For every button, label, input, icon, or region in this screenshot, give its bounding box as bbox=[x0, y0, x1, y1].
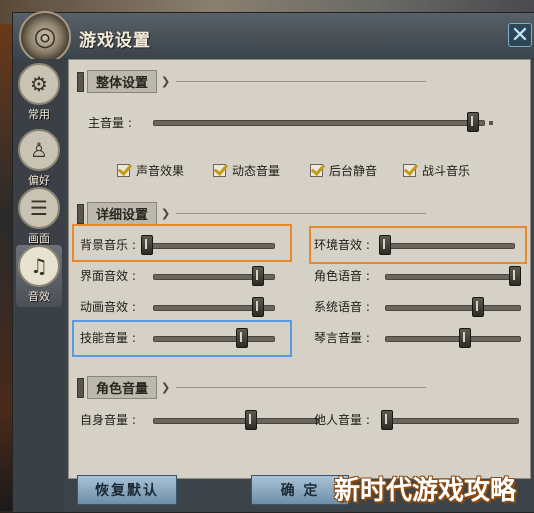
window-title: 游戏设置 bbox=[79, 31, 151, 51]
others-volume-track[interactable] bbox=[381, 418, 519, 424]
master-volume-track[interactable] bbox=[153, 120, 485, 126]
section-marker bbox=[77, 203, 84, 224]
checkbox-background-mute[interactable]: 后台静音 bbox=[310, 162, 377, 179]
tab-display[interactable]: ☰ 画面 bbox=[16, 187, 62, 249]
bg-music-track[interactable] bbox=[141, 243, 275, 249]
checkbox-box bbox=[117, 164, 130, 177]
ambient-label: 环境音效 : bbox=[314, 238, 370, 252]
sound-icon: ♫ bbox=[18, 245, 60, 287]
voice-knob[interactable] bbox=[509, 266, 521, 286]
tab-common-label: 常用 bbox=[28, 108, 50, 121]
others-volume-label: 他人音量 : bbox=[314, 413, 370, 427]
section-divider bbox=[176, 213, 427, 214]
master-volume-knob[interactable] bbox=[466, 112, 479, 132]
checkbox-label: 后台静音 bbox=[329, 164, 378, 178]
ui-sound-label: 界面音效 : bbox=[80, 269, 136, 283]
chevron-right-icon: ❯ bbox=[161, 207, 171, 220]
checkbox-dynamic-volume[interactable]: 动态音量 bbox=[213, 162, 280, 179]
skill-volume-label: 技能音量 : bbox=[80, 331, 136, 345]
tab-sound[interactable]: ♫ 音效 bbox=[16, 245, 62, 307]
qin-volume-label: 琴言音量 : bbox=[314, 331, 370, 345]
self-volume-knob[interactable] bbox=[245, 410, 258, 430]
tab-common[interactable]: ⚙ 常用 bbox=[16, 63, 62, 125]
close-button[interactable]: ✕ bbox=[508, 23, 532, 48]
voice-track[interactable] bbox=[385, 274, 521, 280]
system-voice-track[interactable] bbox=[385, 305, 521, 311]
skill-volume-track[interactable] bbox=[153, 336, 275, 342]
master-volume-label: 主音量 : bbox=[88, 116, 132, 130]
reset-default-button[interactable]: 恢复默认 bbox=[77, 475, 177, 505]
slider-end-mark bbox=[489, 121, 493, 125]
watermark-text: 新时代游戏攻略 bbox=[334, 476, 517, 506]
self-volume-label: 自身音量 : bbox=[80, 413, 136, 427]
section-marker bbox=[77, 71, 84, 92]
side-tabs: ⚙ 常用 ♙ 偏好 ☰ 画面 ♫ 音效 bbox=[13, 59, 65, 512]
section-detail: 详细设置 ❯ bbox=[77, 202, 427, 225]
ambient-knob[interactable] bbox=[379, 235, 391, 255]
system-voice-label: 系统语音 : bbox=[314, 300, 370, 314]
section-role-title: 角色音量 bbox=[87, 376, 158, 399]
others-volume-knob[interactable] bbox=[381, 410, 393, 430]
qin-volume-track[interactable] bbox=[385, 336, 521, 342]
section-divider bbox=[176, 81, 427, 82]
voice-label: 角色语音 : bbox=[314, 269, 370, 283]
spiral-emblem-icon: ◎ bbox=[19, 11, 71, 63]
qin-volume-knob[interactable] bbox=[459, 328, 472, 348]
title-bar: ◎ 游戏设置 ✕ bbox=[13, 11, 534, 63]
section-overall: 整体设置 ❯ bbox=[77, 70, 427, 93]
section-divider bbox=[176, 387, 427, 388]
ui-sound-knob[interactable] bbox=[252, 266, 264, 286]
gear-icon: ⚙ bbox=[18, 63, 60, 105]
skill-volume-knob[interactable] bbox=[235, 328, 248, 348]
checkbox-label: 声音效果 bbox=[136, 164, 185, 178]
checkbox-box bbox=[403, 164, 416, 177]
checkbox-box bbox=[213, 164, 226, 177]
checkbox-label: 动态音量 bbox=[232, 164, 281, 178]
chevron-right-icon: ❯ bbox=[161, 75, 171, 88]
ambient-track[interactable] bbox=[379, 243, 515, 249]
tab-preference[interactable]: ♙ 偏好 bbox=[16, 129, 62, 191]
tab-display-label: 画面 bbox=[28, 232, 50, 245]
bg-music-label: 背景音乐 : bbox=[80, 238, 136, 252]
bg-music-knob[interactable] bbox=[141, 235, 153, 255]
section-overall-title: 整体设置 bbox=[87, 70, 158, 93]
figure-icon: ♙ bbox=[18, 129, 60, 171]
settings-window: ◎ 游戏设置 ✕ ⚙ 常用 ♙ 偏好 ☰ 画面 ♫ 音效 整体设置 ❯ 主音量 … bbox=[12, 11, 534, 513]
section-marker bbox=[77, 377, 84, 398]
section-detail-title: 详细设置 bbox=[87, 202, 158, 225]
tab-preference-label: 偏好 bbox=[28, 174, 50, 187]
tab-sound-label: 音效 bbox=[28, 290, 50, 303]
checkbox-sound-effects[interactable]: 声音效果 bbox=[117, 162, 184, 179]
self-volume-track[interactable] bbox=[153, 418, 319, 424]
anim-sound-label: 动画音效 : bbox=[80, 300, 136, 314]
settings-panel: 整体设置 ❯ 主音量 : 声音效果 动态音量 后台静音 战斗音乐 详细设置 ❯ bbox=[68, 59, 531, 479]
anim-sound-knob[interactable] bbox=[252, 297, 264, 317]
checkbox-battle-music[interactable]: 战斗音乐 bbox=[403, 162, 470, 179]
checkbox-label: 战斗音乐 bbox=[422, 164, 471, 178]
system-voice-knob[interactable] bbox=[471, 297, 484, 317]
display-icon: ☰ bbox=[18, 187, 60, 229]
section-role: 角色音量 ❯ bbox=[77, 376, 427, 399]
chevron-right-icon: ❯ bbox=[161, 381, 171, 394]
game-background-left bbox=[0, 24, 12, 511]
checkbox-box bbox=[310, 164, 323, 177]
